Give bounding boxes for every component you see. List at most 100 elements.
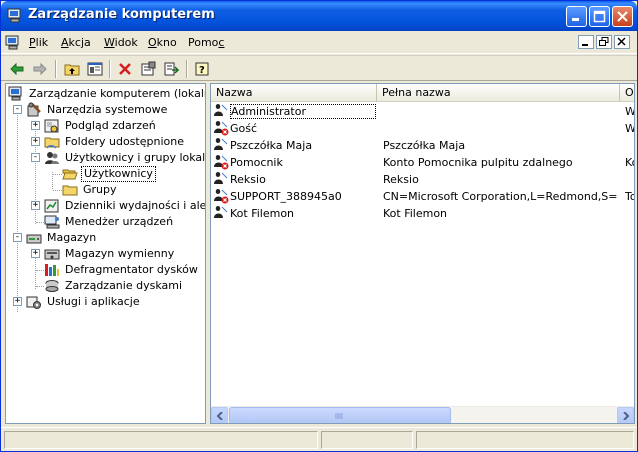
- users-list-view[interactable]: Nazwa Pełna nazwa O Administrator W Gość W P…: [210, 83, 635, 424]
- user-name-cell: Kot Filemon: [230, 207, 295, 220]
- tree-node-storage[interactable]: Magazyn: [26, 230, 204, 246]
- user-row[interactable]: Kot Filemon Kot Filemon: [211, 205, 634, 222]
- tree-node-performance-logs[interactable]: Dzienniki wydajności i alerty: [44, 198, 205, 214]
- tree-node-disk-management[interactable]: Zarządzanie dyskami: [44, 278, 204, 294]
- user-row[interactable]: SUPPORT_388945a0 CN=Microsoft Corporation…: [211, 188, 634, 205]
- back-button[interactable]: [7, 59, 27, 79]
- expand-toggle[interactable]: +: [13, 297, 22, 306]
- user-full-name-cell: Reksio: [383, 173, 419, 186]
- tree-node-label: Usługi i aplikacje: [47, 295, 140, 308]
- show-hide-tree-button[interactable]: [85, 59, 105, 79]
- shared-folder-icon: [44, 137, 60, 149]
- user-icon: [214, 104, 228, 116]
- menu-action[interactable]: Akcja: [61, 36, 91, 49]
- expand-toggle[interactable]: +: [31, 121, 40, 130]
- expand-toggle[interactable]: +: [31, 137, 40, 146]
- export-list-button[interactable]: [161, 59, 181, 79]
- menu-window[interactable]: Okno: [148, 36, 177, 49]
- menu-help[interactable]: Pomoc: [188, 36, 224, 49]
- menu-file[interactable]: Plik: [29, 36, 48, 49]
- user-row[interactable]: Reksio Reksio: [211, 171, 634, 188]
- window-title: Zarządzanie komputerem: [28, 7, 215, 22]
- show-hide-tree-icon: [87, 62, 103, 76]
- menu-view[interactable]: Widok: [104, 36, 138, 49]
- minimize-icon: [582, 44, 588, 46]
- scroll-left-button[interactable]: [211, 407, 228, 423]
- tree-node-local-users-groups[interactable]: Użytkownicy i grupy lokalne: [44, 150, 206, 166]
- title-bar[interactable]: Zarządzanie komputerem: [1, 1, 637, 31]
- console-tree[interactable]: Zarządzanie komputerem (lokalne) - Narzę…: [5, 83, 206, 424]
- mmc-document-icon[interactable]: [5, 35, 21, 51]
- up-level-button[interactable]: [62, 59, 82, 79]
- tree-node-shared-folders[interactable]: Foldery udostępnione: [44, 134, 204, 150]
- tree-node-defragmenter[interactable]: Defragmentator dysków: [44, 262, 204, 278]
- user-full-name-cell: CN=Microsoft Corporation,L=Redmond,S=W..…: [383, 190, 617, 203]
- user-name-cell: Pomocnik: [230, 156, 283, 169]
- toolbar-separator: [186, 60, 188, 78]
- column-header-name[interactable]: Nazwa: [211, 84, 377, 102]
- user-icon: [214, 206, 228, 218]
- help-button[interactable]: ?: [192, 59, 212, 79]
- minimize-button[interactable]: [566, 6, 587, 27]
- minimize-icon: [572, 18, 579, 21]
- chevron-left-icon: [216, 412, 223, 420]
- disabled-user-icon: [214, 155, 229, 170]
- user-row[interactable]: Pomocnik Konto Pomocnika pulpitu zdalnego…: [211, 154, 634, 171]
- status-pane: [416, 431, 634, 449]
- tree-node-label: Menedżer urządzeń: [65, 215, 174, 228]
- tree-node-system-tools[interactable]: Narzędzia systemowe: [26, 102, 205, 118]
- collapse-toggle[interactable]: -: [13, 233, 22, 242]
- properties-icon: [141, 61, 156, 76]
- export-list-icon: [164, 62, 179, 76]
- collapse-toggle[interactable]: -: [13, 105, 22, 114]
- user-icon: [214, 172, 228, 184]
- close-button[interactable]: [612, 6, 633, 27]
- column-header-description[interactable]: O: [620, 84, 634, 102]
- tree-node-label: Użytkownicy: [81, 166, 156, 182]
- properties-button[interactable]: [138, 59, 158, 79]
- user-name-cell: Reksio: [230, 173, 266, 186]
- scroll-thumb[interactable]: [229, 407, 451, 423]
- tree-node-device-manager[interactable]: Menedżer urządzeń: [44, 214, 204, 230]
- performance-logs-icon: [44, 199, 59, 213]
- expand-toggle[interactable]: +: [31, 201, 40, 210]
- child-minimize-button[interactable]: [578, 35, 594, 49]
- child-close-button[interactable]: [614, 35, 630, 49]
- column-header-full-name[interactable]: Pełna nazwa: [377, 84, 620, 102]
- horizontal-scrollbar[interactable]: [211, 406, 634, 423]
- computer-management-icon: [7, 8, 21, 23]
- maximize-button[interactable]: [589, 6, 610, 27]
- user-icon: [214, 138, 228, 150]
- child-restore-button[interactable]: [596, 35, 612, 49]
- user-row[interactable]: Administrator W: [211, 103, 634, 120]
- tree-node-services-applications[interactable]: Usługi i aplikacje: [26, 294, 204, 310]
- tree-node-label: Podgląd zdarzeń: [65, 119, 156, 132]
- collapse-toggle[interactable]: -: [31, 153, 40, 162]
- user-description-cell: Ko: [625, 156, 634, 169]
- tree-node-label: Użytkownicy i grupy lokalne: [65, 151, 206, 164]
- disabled-user-icon: [214, 121, 229, 136]
- forward-button[interactable]: [30, 59, 50, 79]
- user-name-cell: Gość: [230, 122, 258, 135]
- tree-connector: [36, 286, 44, 287]
- computer-management-icon: [8, 86, 22, 101]
- scroll-right-button[interactable]: [617, 407, 634, 423]
- status-bar: [1, 427, 637, 451]
- expand-toggle[interactable]: +: [31, 249, 40, 258]
- system-tools-icon: [27, 102, 41, 117]
- tree-node-groups[interactable]: Grupy: [62, 182, 202, 198]
- user-full-name-cell: Kot Filemon: [383, 207, 448, 220]
- tree-node-root[interactable]: Zarządzanie komputerem (lokalne): [8, 86, 205, 102]
- device-manager-icon: [44, 215, 60, 229]
- tree-node-removable-storage[interactable]: Magazyn wymienny: [44, 246, 204, 262]
- chevron-right-icon: [623, 412, 630, 420]
- delete-button[interactable]: [115, 59, 135, 79]
- user-row[interactable]: Gość W: [211, 120, 634, 137]
- user-row[interactable]: Pszczółka Maja Pszczółka Maja: [211, 137, 634, 154]
- user-description-cell: To: [625, 190, 634, 203]
- defragmenter-icon: [45, 264, 59, 276]
- folder-icon: [62, 185, 78, 196]
- tree-node-event-viewer[interactable]: Podgląd zdarzeń: [44, 118, 204, 134]
- tree-node-users[interactable]: Użytkownicy: [62, 166, 202, 182]
- tree-node-label: Foldery udostępnione: [65, 135, 184, 148]
